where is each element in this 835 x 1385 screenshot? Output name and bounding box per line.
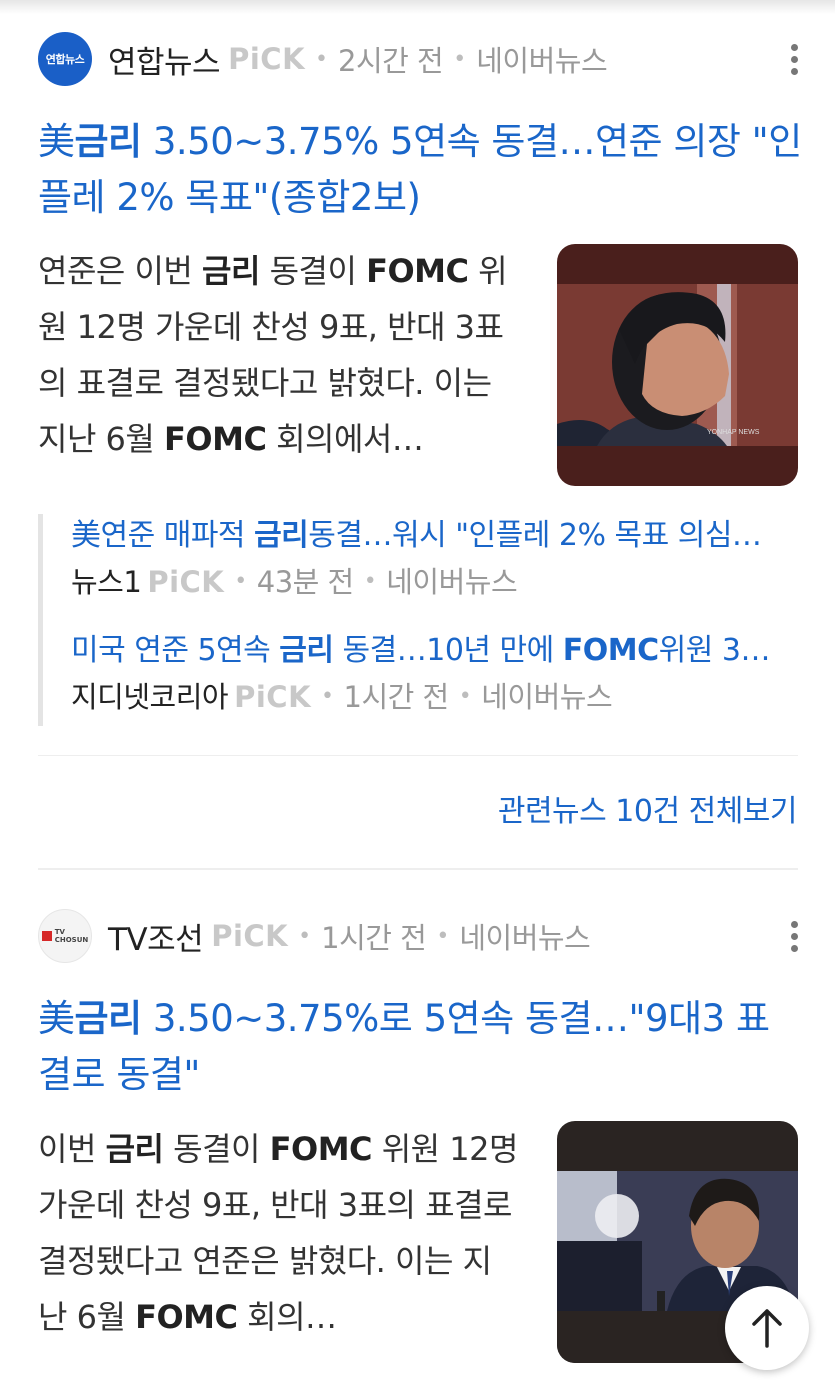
top-shadow [0, 0, 835, 14]
platform-label: 네이버뉴스 [481, 680, 613, 714]
related-title-text: 동결…워시 "인플레 2% 목표 의심… [308, 518, 762, 553]
snippet-keyword: FOMC [366, 252, 469, 290]
snippet-keyword: FOMC [164, 420, 267, 458]
related-news-title[interactable]: 미국 연준 5연속 금리 동결…10년 만에 FOMC위원 3… [71, 629, 801, 673]
snippet-keyword: FOMC [135, 1298, 238, 1336]
source-name[interactable]: TV조선 [108, 914, 204, 959]
logo-text: TV [54, 928, 65, 936]
snippet-keyword: 금리 [105, 1130, 164, 1168]
related-title-text: 미국 연준 5연속 [71, 633, 280, 668]
related-news-item[interactable]: 미국 연준 5연속 금리 동결…10년 만에 FOMC위원 3… 지디넷코리아 … [71, 629, 801, 721]
pick-badge: PiCK [211, 919, 289, 953]
snippet-text: 동결이 [163, 1130, 270, 1168]
source-row[interactable]: TV CHOSUN TV조선 PiCK • 1시간 전 • 네이버뉴스 [38, 908, 591, 964]
separator-dot: • [458, 684, 472, 709]
related-title-keyword: 금리 [254, 518, 309, 553]
article-headline[interactable]: 美금리 3.50~3.75%로 5연속 동결…"9대3 표결로 동결" [38, 991, 803, 1103]
related-news-meta: 지디넷코리아 PiCK • 1시간 전 • 네이버뉴스 [71, 673, 801, 721]
related-news-title[interactable]: 美연준 매파적 금리동결…워시 "인플레 2% 목표 의심… [71, 514, 801, 558]
headline-keyword: 금리 [74, 120, 143, 163]
related-title-text: 위원 3… [658, 633, 771, 668]
divider [38, 755, 798, 756]
yonhap-logo[interactable]: 연합뉴스 [38, 32, 92, 86]
platform-label: 네이버뉴스 [386, 565, 518, 599]
separator-dot: • [436, 923, 450, 949]
pick-badge: PiCK [147, 565, 225, 599]
more-options-button[interactable] [783, 916, 805, 956]
related-title-text: 美연준 매파적 [71, 518, 255, 553]
section-divider [38, 868, 798, 870]
snippet-text: 회의… [237, 1298, 337, 1336]
related-news-list: 美연준 매파적 금리동결…워시 "인플레 2% 목표 의심… 뉴스1 PiCK … [38, 514, 803, 726]
headline-text: 3.50~3.75%로 5연속 동결…"9대3 표결로 동결" [38, 997, 770, 1096]
time-ago: 2시간 전 [338, 44, 444, 78]
separator-dot: • [234, 569, 247, 594]
see-all-related-link[interactable]: 관련뉴스 10건 전체보기 [498, 786, 798, 830]
article-headline[interactable]: 美금리 3.50~3.75% 5연속 동결…연준 의장 "인플레 2% 목표"(… [38, 114, 803, 226]
logo-text: 연합뉴스 [45, 53, 85, 66]
separator-dot: • [298, 923, 312, 949]
separator-dot: • [453, 46, 467, 72]
logo-text: CHOSUN [54, 936, 89, 944]
source-name[interactable]: 연합뉴스 [108, 37, 221, 82]
tv-chosun-logo[interactable]: TV CHOSUN [38, 909, 92, 963]
snippet-keyword: 금리 [202, 252, 260, 290]
source-row[interactable]: 연합뉴스 연합뉴스 PiCK • 2시간 전 • 네이버뉴스 [38, 31, 608, 87]
article-snippet[interactable]: 연준은 이번 금리 동결이 FOMC 위원 12명 가운데 찬성 9표, 반대 … [38, 243, 518, 467]
related-title-text: 동결…10년 만에 [333, 633, 563, 668]
more-vertical-icon [790, 918, 798, 954]
related-title-keyword: FOMC [562, 633, 659, 668]
headline-text: 3.50~3.75% 5연속 동결…연준 의장 "인플레 2% 목표"(종합2보… [38, 120, 802, 219]
more-options-button[interactable] [783, 39, 805, 79]
article-thumbnail[interactable]: YONHAP NEWS [557, 244, 798, 486]
scroll-to-top-button[interactable] [725, 1286, 809, 1370]
headline-prefix: 美 [38, 997, 75, 1040]
snippet-text: 회의에서… [266, 420, 424, 458]
time-ago: 43분 전 [256, 565, 354, 599]
related-source-name[interactable]: 지디넷코리아 [71, 673, 229, 721]
platform-label: 네이버뉴스 [459, 921, 591, 955]
tv-chosun-mark: TV CHOSUN [41, 928, 89, 944]
headline-prefix: 美 [38, 120, 75, 163]
related-news-meta: 뉴스1 PiCK • 43분 전 • 네이버뉴스 [71, 558, 801, 606]
time-ago: 1시간 전 [343, 680, 450, 714]
snippet-text: 연준은 이번 [38, 252, 203, 290]
separator-dot: • [321, 684, 334, 709]
time-ago: 1시간 전 [321, 921, 427, 955]
platform-label: 네이버뉴스 [476, 44, 608, 78]
snippet-keyword: FOMC [269, 1130, 373, 1168]
arrow-up-icon [752, 1309, 782, 1348]
headline-keyword: 금리 [74, 997, 143, 1040]
pick-badge: PiCK [228, 42, 306, 76]
related-title-keyword: 금리 [279, 633, 334, 668]
separator-dot: • [315, 46, 329, 72]
separator-dot: • [363, 569, 377, 594]
snippet-text: 동결이 [259, 252, 367, 290]
related-source-name[interactable]: 뉴스1 [71, 558, 142, 606]
snippet-text: 이번 [38, 1130, 106, 1168]
photo-watermark: YONHAP NEWS [707, 429, 760, 436]
thumbnail-photo: YONHAP NEWS [557, 244, 798, 486]
related-news-item[interactable]: 美연준 매파적 금리동결…워시 "인플레 2% 목표 의심… 뉴스1 PiCK … [71, 514, 801, 606]
more-vertical-icon [790, 41, 798, 77]
article-snippet[interactable]: 이번 금리 동결이 FOMC 위원 12명 가운데 찬성 9표, 반대 3표의 … [38, 1121, 518, 1345]
pick-badge: PiCK [234, 680, 312, 714]
